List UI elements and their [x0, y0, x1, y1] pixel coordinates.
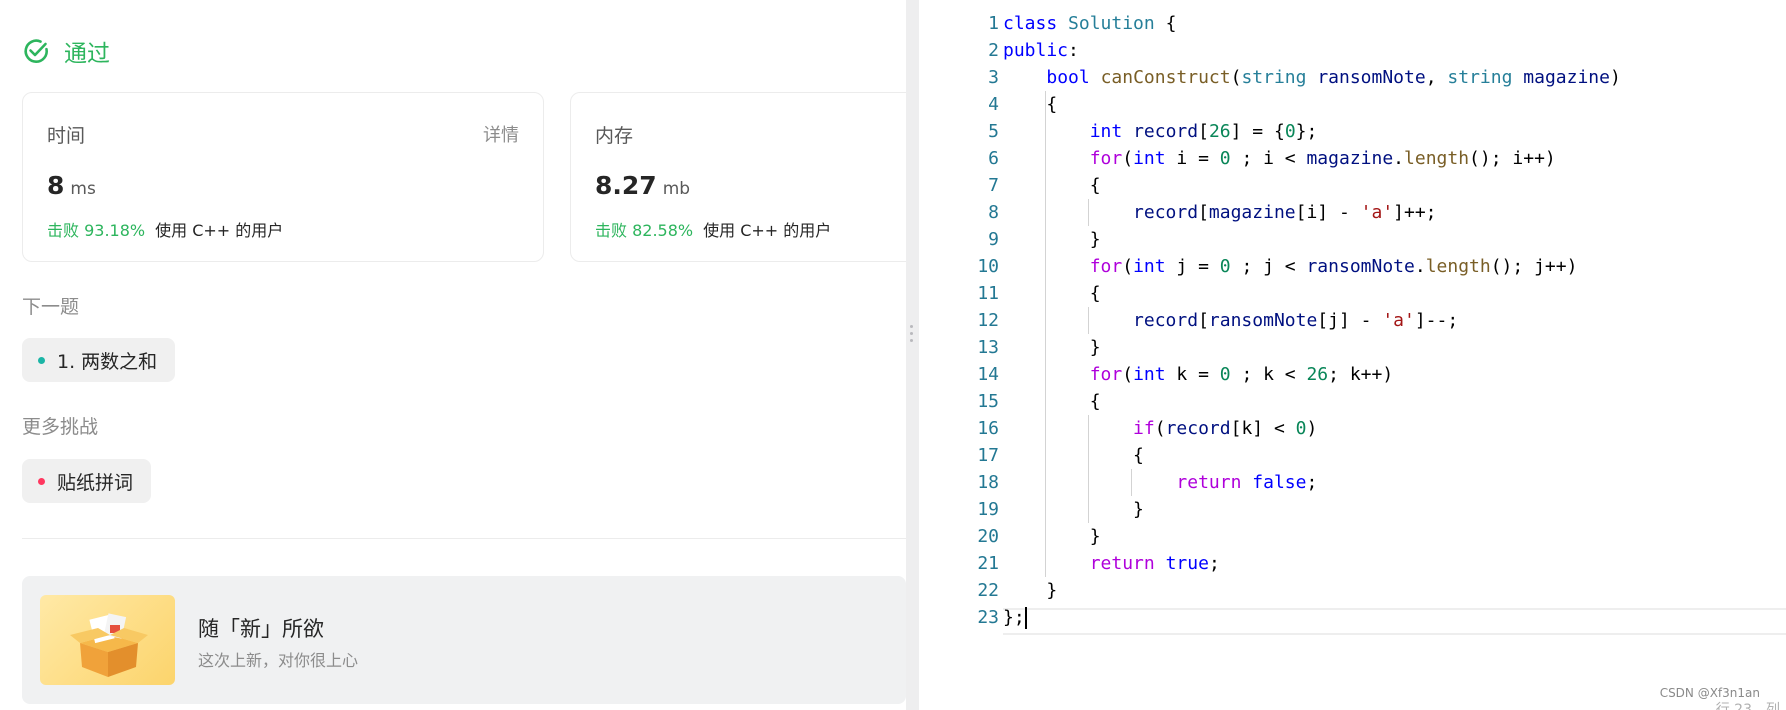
code-line: for(int j = 0 ; j < ransomNote.length();…	[1089, 256, 1578, 277]
line-number: 4	[988, 94, 999, 115]
drag-handle-icon	[910, 325, 914, 349]
section-divider	[22, 538, 906, 539]
line-number: 14	[977, 364, 999, 385]
status-text: 通过	[64, 41, 110, 67]
line-number: 19	[977, 499, 999, 520]
runtime-beat-lang: 使用 C++ 的用户	[155, 221, 284, 240]
code-line: return false;	[1176, 472, 1318, 493]
gift-box-icon	[70, 613, 148, 677]
code-line: }	[1003, 337, 1101, 358]
line-number: 18	[977, 472, 999, 493]
code-line: record[ransomNote[j] - 'a']--;	[1133, 310, 1459, 331]
code-line: class Solution {	[1003, 13, 1177, 34]
line-number: 22	[977, 580, 999, 601]
runtime-unit: ms	[70, 179, 96, 199]
code-line: }	[1003, 229, 1101, 250]
panel-resize-handle[interactable]	[906, 0, 919, 710]
line-number: 10	[977, 256, 999, 277]
code-line: {	[1003, 283, 1101, 304]
current-line-highlight	[1003, 608, 1786, 635]
memory-label: 内存	[595, 125, 634, 147]
code-line: };	[1003, 607, 1025, 628]
runtime-label: 时间	[47, 125, 86, 147]
line-number: 21	[977, 553, 999, 574]
runtime-beats: 击败 93.18% 使用 C++ 的用户	[47, 217, 283, 241]
line-number: 13	[977, 337, 999, 358]
code-line: record[magazine[i] - 'a']++;	[1133, 202, 1437, 223]
memory-beat-lang: 使用 C++ 的用户	[703, 221, 832, 240]
runtime-beat-percent: 击败 93.18%	[47, 221, 146, 240]
line-number: 23	[977, 607, 999, 628]
line-number: 3	[988, 67, 999, 88]
code-line: for(int i = 0 ; i < magazine.length(); i…	[1089, 148, 1556, 169]
challenge-title: 贴纸拼词	[57, 471, 134, 494]
difficulty-dot-hard	[38, 477, 45, 485]
memory-card[interactable]: 内存 8.27 mb 击败 82.58% 使用 C++ 的用户	[570, 92, 950, 262]
watermark: CSDN @Xf3n1an	[1659, 686, 1760, 700]
line-number: 11	[977, 283, 999, 304]
code-line: bool canConstruct(string ransomNote, str…	[1046, 67, 1621, 88]
details-link[interactable]: 详情	[483, 121, 519, 147]
line-number: 12	[977, 310, 999, 331]
next-problem-heading: 下一题	[22, 296, 80, 318]
line-number: 20	[977, 526, 999, 547]
code-line: }	[1003, 499, 1144, 520]
cursor-position-status: 行 23，列	[1715, 702, 1780, 710]
code-line: {	[1003, 175, 1101, 196]
code-line: int record[26] = {0};	[1089, 121, 1318, 142]
code-line: if(record[k] < 0)	[1133, 418, 1318, 439]
code-line: return true;	[1089, 553, 1220, 574]
promo-banner[interactable]: 随「新」所欲 这次上新，对你很上心	[22, 576, 906, 704]
memory-value: 8.27 mb	[595, 171, 691, 200]
code-editor[interactable]: 1 2 3 4 5 6 7 8 9 10 11 12 13 14 15 16 1…	[919, 0, 1786, 710]
code-line: for(int k = 0 ; k < 26; k++)	[1089, 364, 1394, 385]
check-circle-icon	[24, 39, 48, 63]
line-number: 9	[988, 229, 999, 250]
gift-box-image	[40, 595, 175, 685]
line-number: 5	[988, 121, 999, 142]
runtime-card[interactable]: 时间 详情 8 ms 击败 93.18% 使用 C++ 的用户	[22, 92, 544, 262]
code-line: public:	[1003, 40, 1079, 61]
code-line: }	[1003, 526, 1101, 547]
code-line: {	[1003, 445, 1144, 466]
challenge-chip[interactable]: 贴纸拼词	[22, 459, 152, 503]
line-number: 1	[988, 13, 999, 34]
line-number: 6	[988, 148, 999, 169]
code-line: {	[1003, 94, 1058, 115]
memory-beat-percent: 击败 82.58%	[595, 221, 694, 240]
more-challenges-heading: 更多挑战	[22, 416, 99, 438]
line-number: 15	[977, 391, 999, 412]
code-line: {	[1003, 391, 1101, 412]
memory-beats: 击败 82.58% 使用 C++ 的用户	[595, 217, 831, 241]
code-line: }	[1003, 580, 1058, 601]
promo-subtitle: 这次上新，对你很上心	[198, 651, 359, 670]
result-status: 通过	[22, 34, 110, 68]
line-number: 2	[988, 40, 999, 61]
line-number: 17	[977, 445, 999, 466]
memory-unit: mb	[662, 179, 691, 199]
submission-result-panel: 通过 时间 详情 8 ms 击败 93.18% 使用 C++ 的用户 内存 8.27…	[0, 0, 950, 710]
runtime-value: 8 ms	[47, 171, 96, 200]
promo-title: 随「新」所欲	[198, 617, 324, 641]
difficulty-dot-easy	[38, 356, 45, 364]
line-number: 8	[988, 202, 999, 223]
next-problem-title: 1. 两数之和	[57, 350, 158, 373]
line-number: 16	[977, 418, 999, 439]
line-number: 7	[988, 175, 999, 196]
next-problem-chip[interactable]: 1. 两数之和	[22, 338, 176, 382]
text-cursor	[1025, 607, 1027, 629]
